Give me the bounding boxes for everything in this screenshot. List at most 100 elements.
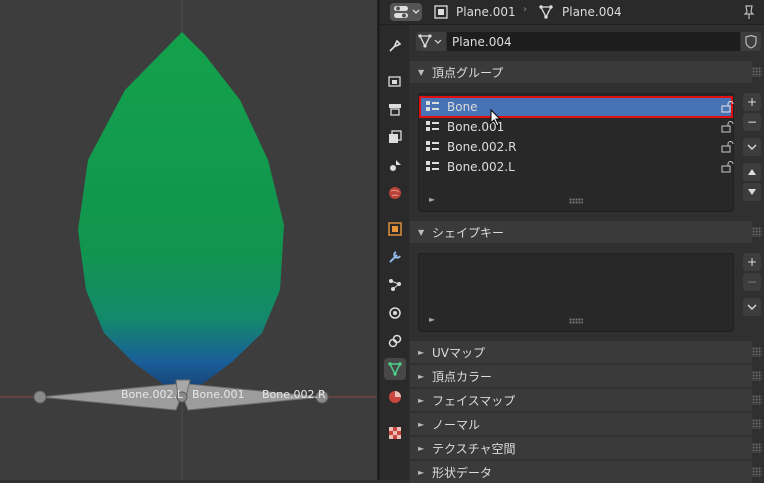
list-item-vertex-group[interactable]: Bone.001 [421,118,734,136]
expand-right-icon: ► [418,371,425,381]
add-vertex-group-button[interactable]: + [743,93,761,111]
expand-down-icon: ▼ [418,67,425,77]
tab-tool[interactable] [384,35,406,57]
fake-user-button[interactable] [741,32,761,51]
editor-type-button[interactable] [390,3,422,21]
constraint-icon [388,334,402,348]
drag-grip-icon[interactable] [752,67,762,77]
expand-right-icon: ► [418,395,425,405]
vertex-group-specials-button[interactable] [743,138,761,156]
vertex-colors-header[interactable]: ► 頂点カラー [410,365,752,387]
triangle-down-icon [748,189,756,195]
pin-icon[interactable] [742,4,756,20]
breadcrumb-separator: › [523,4,527,15]
panel-title: ノーマル [432,417,481,432]
view-layer-icon [389,130,402,143]
bone-label-002-r: Bone.002.R [262,388,326,401]
plus-icon: + [746,95,758,109]
drag-grip-icon[interactable] [752,395,762,405]
tab-view-layer[interactable] [384,126,406,148]
list-resize-grip-icon[interactable] [569,318,583,324]
vertex-groups-title: 頂点グループ [432,65,504,80]
list-item-vertex-group[interactable]: Bone.002.R [421,138,734,156]
expand-down-icon: ▼ [418,227,425,237]
output-icon [389,104,401,116]
tab-mesh-data[interactable] [384,358,406,380]
chevron-down-icon [747,304,757,310]
object-name[interactable]: Plane.001 [456,5,516,19]
filter-options-expand-icon[interactable]: ► [429,195,435,204]
render-icon [388,76,401,87]
bone-joint-left [33,390,47,404]
tab-physics[interactable] [384,302,406,324]
expand-right-icon: ► [418,419,425,429]
tab-object[interactable] [384,218,406,240]
move-up-button[interactable] [743,163,761,181]
list-resize-grip-icon[interactable] [569,198,583,204]
drag-grip-icon[interactable] [752,371,762,381]
drag-grip-icon[interactable] [752,419,762,429]
remove-shape-key-button[interactable]: − [743,273,761,291]
move-down-button[interactable] [743,183,761,201]
drag-grip-icon[interactable] [752,467,762,477]
minus-icon: − [746,115,758,129]
mesh-icon [418,34,442,48]
tab-particles[interactable] [384,274,406,296]
unlock-icon[interactable] [721,141,735,153]
panel-title: 頂点カラー [432,369,493,384]
tab-world[interactable] [384,182,406,204]
tab-output[interactable] [384,98,406,120]
tab-constraints[interactable] [384,330,406,352]
vertex-groups-list: Bone Bone.001 Bone.002.R Bone.002.L ► [418,93,734,212]
uv-maps-header[interactable]: ► UVマップ [410,341,752,363]
expand-right-icon: ► [418,347,425,357]
tab-texture[interactable] [384,422,406,444]
bone-label-001: Bone.001 [192,388,245,401]
panel-title: テクスチャ空間 [432,441,516,456]
unlock-icon[interactable] [721,101,735,113]
world-icon [389,187,401,199]
3d-viewport[interactable]: Bone.002.L Bone.001 Bone.002.R [0,0,377,480]
panel-title: UVマップ [432,345,485,360]
particles-icon [389,279,401,291]
shape-key-specials-button[interactable] [743,298,761,316]
tab-modifiers[interactable] [384,246,406,268]
tab-scene[interactable] [384,154,406,176]
tab-render[interactable] [384,70,406,92]
tab-material[interactable] [384,386,406,408]
panel-title: 形状データ [432,465,493,480]
vertex-groups-header[interactable]: ▼ 頂点グループ [410,61,752,83]
expand-right-icon: ► [418,467,425,477]
mesh-name[interactable]: Plane.004 [562,5,622,19]
drag-grip-icon[interactable] [752,443,762,453]
unlock-icon[interactable] [721,161,735,173]
drag-grip-icon[interactable] [752,227,762,237]
unlock-icon[interactable] [721,121,735,133]
viewport-canvas [0,0,377,480]
object-icon [434,5,448,19]
tool-icon [389,39,402,52]
shape-keys-header[interactable]: ▼ シェイプキー [410,221,752,243]
mesh-name-field[interactable]: Plane.004 [447,32,740,51]
vertex-group-label: Bone.002.R [447,140,517,154]
mesh-data-icon [388,362,402,376]
list-item-vertex-group[interactable]: Bone.002.L [421,158,734,176]
texture-space-header[interactable]: ► テクスチャ空間 [410,437,752,459]
vertex-group-icon [426,161,439,171]
vertex-group-icon [426,101,439,111]
drag-grip-icon[interactable] [752,347,762,357]
vertex-group-icon [426,141,439,151]
shield-icon [745,34,757,49]
remove-vertex-group-button[interactable]: − [743,113,761,131]
face-maps-header[interactable]: ► フェイスマップ [410,389,752,411]
list-item-vertex-group[interactable]: Bone [419,96,734,118]
properties-editor-icon [394,6,420,18]
filter-options-expand-icon[interactable]: ► [429,315,435,324]
physics-icon [389,307,401,319]
mesh-browse-button[interactable] [416,32,446,51]
texture-icon [389,427,401,439]
leaf-mesh [78,32,284,398]
triangle-up-icon [748,169,756,175]
add-shape-key-button[interactable]: + [743,253,761,271]
normals-header[interactable]: ► ノーマル [410,413,752,435]
